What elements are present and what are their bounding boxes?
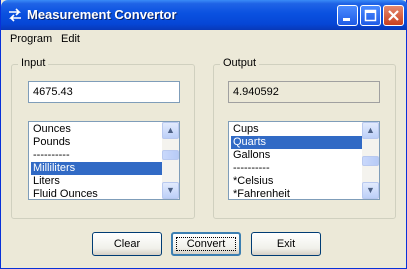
exit-button[interactable]: Exit xyxy=(251,232,321,256)
minimize-button[interactable] xyxy=(337,5,358,26)
close-icon xyxy=(388,10,399,21)
menu-edit[interactable]: Edit xyxy=(61,33,80,45)
list-item[interactable]: Liters xyxy=(31,175,164,188)
maximize-button[interactable] xyxy=(360,5,381,26)
minimize-icon xyxy=(343,18,350,21)
scroll-up-button[interactable]: ▲ xyxy=(162,122,179,139)
chevron-down-icon: ▼ xyxy=(166,185,175,195)
focus-outline xyxy=(176,237,236,251)
list-item-selected[interactable]: Quarts xyxy=(231,136,364,149)
output-value-field: 4.940592 xyxy=(228,81,380,103)
output-group-label: Output xyxy=(220,57,260,69)
list-item[interactable]: Ounces xyxy=(31,123,164,136)
list-item[interactable]: Gallons xyxy=(231,149,364,162)
chevron-down-icon: ▼ xyxy=(366,185,375,195)
chevron-up-icon: ▲ xyxy=(366,125,375,135)
list-item[interactable]: Cups xyxy=(231,123,364,136)
input-group-label: Input xyxy=(18,57,49,69)
menu-bar: Program Edit xyxy=(2,30,406,48)
scroll-thumb[interactable] xyxy=(162,150,179,160)
output-list-scrollbar[interactable]: ▲ ▼ xyxy=(362,122,379,199)
output-unit-list[interactable]: Cups Quarts Gallons ---------- *Celsius … xyxy=(228,121,380,200)
scroll-down-button[interactable]: ▼ xyxy=(362,182,379,199)
input-list-scrollbar[interactable]: ▲ ▼ xyxy=(162,122,179,199)
app-window: Measurement Convertor Program Edit Input… xyxy=(0,0,407,269)
maximize-icon xyxy=(364,9,377,22)
list-item[interactable]: Pounds xyxy=(31,136,164,149)
title-bar[interactable]: Measurement Convertor xyxy=(1,0,407,30)
menu-program[interactable]: Program xyxy=(10,33,52,45)
list-item[interactable]: Fluid Ounces xyxy=(31,188,164,199)
list-item-selected[interactable]: Milliliters xyxy=(31,162,164,175)
chevron-up-icon: ▲ xyxy=(166,125,175,135)
app-icon xyxy=(9,8,21,22)
list-item[interactable]: *Celsius xyxy=(231,175,364,188)
list-item[interactable]: ---------- xyxy=(31,149,164,162)
scroll-down-button[interactable]: ▼ xyxy=(162,182,179,199)
list-item[interactable]: *Fahrenheit xyxy=(231,188,364,199)
scroll-thumb[interactable] xyxy=(362,156,379,166)
input-value-field[interactable]: 4675.43 xyxy=(28,81,180,103)
close-button[interactable] xyxy=(383,5,404,26)
scroll-up-button[interactable]: ▲ xyxy=(362,122,379,139)
list-item[interactable]: ---------- xyxy=(231,162,364,175)
convert-button[interactable]: Convert xyxy=(171,232,241,256)
input-unit-list[interactable]: Ounces Pounds ---------- Milliliters Lit… xyxy=(28,121,180,200)
clear-button[interactable]: Clear xyxy=(92,232,162,256)
window-title: Measurement Convertor xyxy=(27,7,177,22)
